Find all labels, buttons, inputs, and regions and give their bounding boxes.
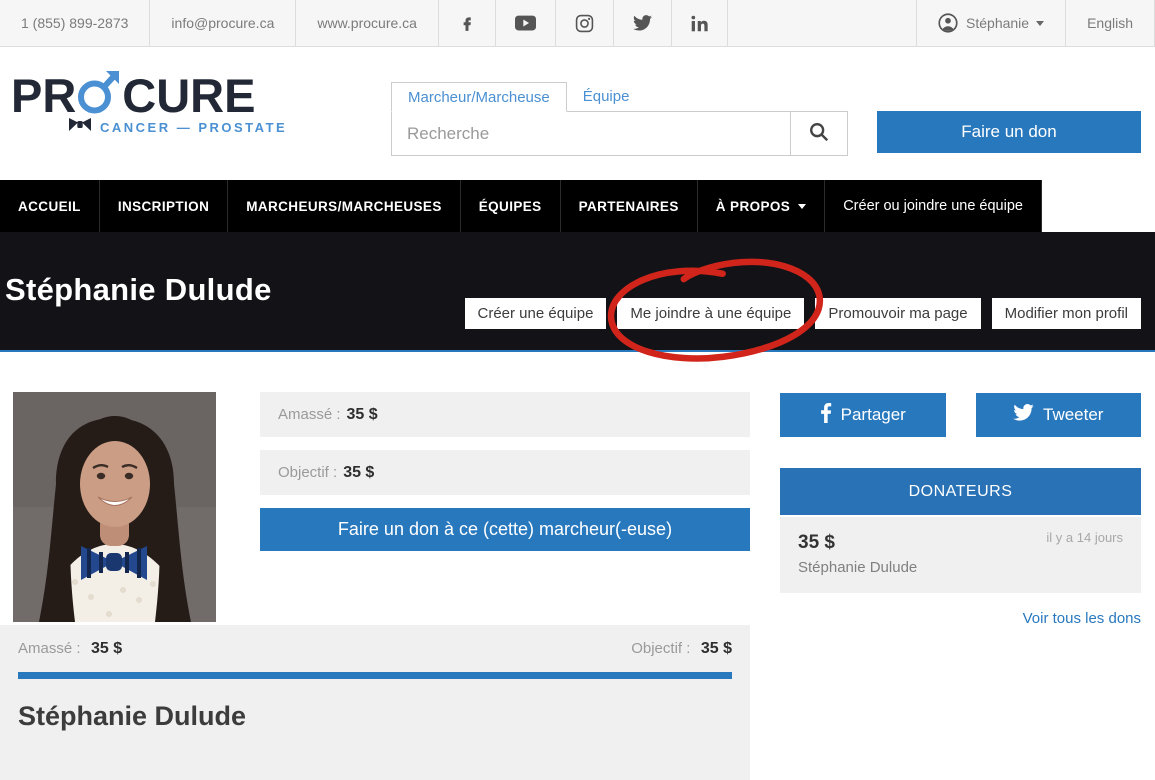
user-menu-label: Stéphanie — [966, 15, 1029, 31]
linkedin-link[interactable] — [672, 0, 728, 46]
topbar-spacer — [728, 0, 917, 46]
phone-number[interactable]: 1 (855) 899-2873 — [0, 0, 150, 46]
tab-walker-search[interactable]: Marcheur/Marcheuse — [391, 82, 567, 112]
search-button[interactable] — [790, 112, 847, 155]
mars-symbol-icon — [77, 67, 121, 124]
facebook-link[interactable] — [439, 0, 496, 46]
chevron-down-icon — [798, 204, 806, 209]
top-utility-bar: 1 (855) 899-2873 info@procure.ca www.pro… — [0, 0, 1155, 47]
instagram-icon — [575, 14, 594, 33]
nav-partenaires[interactable]: PARTENAIRES — [561, 180, 698, 232]
youtube-link[interactable] — [496, 0, 556, 46]
raised-row: Amassé : 35 $ — [260, 392, 750, 437]
profile-photo — [13, 392, 216, 622]
site-header: PR CURE CANCER — PROSTATE Marcheur/March… — [0, 47, 1155, 180]
logo-wordmark: PR CURE — [11, 67, 287, 124]
email-link[interactable]: info@procure.ca — [150, 0, 296, 46]
youtube-icon — [515, 15, 536, 31]
logo-text-left: PR — [11, 72, 76, 119]
facebook-share-label: Partager — [841, 405, 906, 425]
summary-goal-label: Objectif : — [631, 640, 690, 657]
create-team-button[interactable]: Créer une équipe — [465, 298, 607, 329]
nav-a-propos[interactable]: À PROPOS — [698, 180, 825, 232]
goal-value: 35 $ — [343, 464, 374, 482]
view-all-donations-link[interactable]: Voir tous les dons — [780, 610, 1141, 627]
fundraising-stats: Amassé : 35 $ Objectif : 35 $ Faire un d… — [260, 392, 750, 551]
twitter-icon — [633, 15, 652, 31]
logo-tagline: CANCER — PROSTATE — [100, 120, 287, 135]
nav-a-propos-label: À PROPOS — [716, 199, 790, 214]
nav-accueil[interactable]: ACCUEIL — [0, 180, 100, 232]
search-widget: Marcheur/Marcheuse Équipe — [391, 82, 848, 156]
summary-raised-value: 35 $ — [91, 640, 122, 657]
twitter-icon — [1013, 404, 1034, 426]
progress-bar-fill — [18, 672, 732, 679]
language-switch[interactable]: English — [1066, 0, 1155, 46]
nav-creer-ou-joindre-equipe[interactable]: Créer ou joindre une équipe — [825, 180, 1042, 232]
donate-to-walker-button[interactable]: Faire un don à ce (cette) marcheur(-euse… — [260, 508, 750, 551]
nav-equipes[interactable]: ÉQUIPES — [461, 180, 561, 232]
edit-profile-button[interactable]: Modifier mon profil — [992, 298, 1141, 329]
procure-logo[interactable]: PR CURE CANCER — PROSTATE — [11, 67, 287, 136]
facebook-icon — [458, 14, 476, 32]
linkedin-icon — [691, 15, 708, 32]
tab-team-search[interactable]: Équipe — [567, 82, 646, 111]
nav-inscription[interactable]: INSCRIPTION — [100, 180, 228, 232]
raised-label: Amassé : — [278, 406, 341, 423]
join-team-button[interactable]: Me joindre à une équipe — [617, 298, 804, 329]
summary-goal-value: 35 $ — [701, 640, 732, 657]
walker-name-heading: Stéphanie Dulude — [18, 701, 732, 732]
donors-header: DONATEURS — [780, 468, 1141, 515]
donate-button-header[interactable]: Faire un don — [877, 111, 1141, 153]
raised-value: 35 $ — [347, 406, 378, 424]
profile-content: Amassé : 35 $ Objectif : 35 $ Faire un d… — [0, 352, 1155, 780]
search-input[interactable] — [392, 112, 790, 155]
profile-hero: Stéphanie Dulude Créer une équipe Me joi… — [0, 232, 1155, 352]
facebook-share-button[interactable]: Partager — [780, 393, 946, 437]
tweet-label: Tweeter — [1043, 405, 1103, 425]
goal-row: Objectif : 35 $ — [260, 450, 750, 495]
website-link[interactable]: www.procure.ca — [296, 0, 439, 46]
fundraising-summary-panel: Amassé : 35 $ Objectif : 35 $ Stéphanie … — [0, 625, 750, 780]
bowtie-icon — [69, 118, 91, 136]
promote-page-button[interactable]: Promouvoir ma page — [815, 298, 980, 329]
donor-time: il y a 14 jours — [1046, 530, 1123, 545]
donor-name: Stéphanie Dulude — [798, 559, 1123, 576]
main-navigation: ACCUEIL INSCRIPTION MARCHEURS/MARCHEUSES… — [0, 180, 1155, 232]
tweet-button[interactable]: Tweeter — [976, 393, 1142, 437]
sidebar: Partager Tweeter DONATEURS 35 $ Stéphani… — [780, 393, 1141, 627]
summary-raised-label: Amassé : — [18, 640, 81, 657]
logo-text-right: CURE — [122, 72, 255, 119]
page-title: Stéphanie Dulude — [5, 272, 272, 308]
facebook-icon — [820, 403, 832, 428]
chevron-down-icon — [1036, 21, 1044, 26]
progress-bar — [18, 672, 732, 679]
instagram-link[interactable] — [556, 0, 614, 46]
goal-label: Objectif : — [278, 464, 337, 481]
donor-list-item: 35 $ Stéphanie Dulude il y a 14 jours — [780, 517, 1141, 593]
twitter-link[interactable] — [614, 0, 672, 46]
nav-marcheurs[interactable]: MARCHEURS/MARCHEUSES — [228, 180, 461, 232]
user-menu[interactable]: Stéphanie — [917, 0, 1066, 46]
user-avatar-icon — [938, 13, 958, 33]
magnifier-icon — [808, 121, 830, 146]
